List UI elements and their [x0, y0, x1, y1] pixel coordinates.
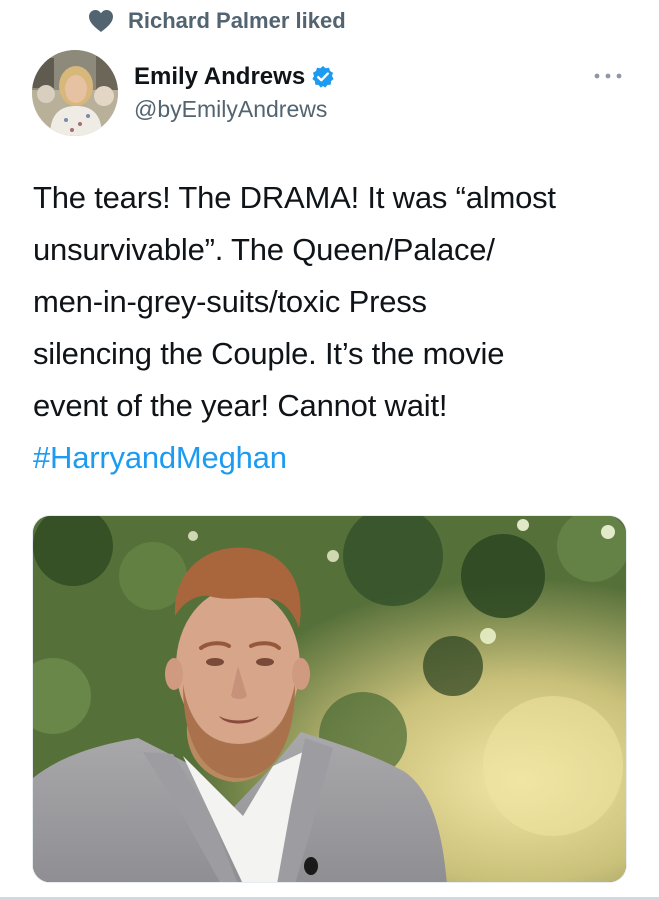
tweet-card[interactable]: Richard Palmer liked Emily Andrews @byEm… [0, 0, 659, 900]
heart-icon [88, 9, 114, 33]
display-name[interactable]: Emily Andrews [134, 63, 305, 91]
user-handle[interactable]: @byEmilyAndrews [134, 96, 335, 123]
more-options-button[interactable] [591, 64, 625, 88]
tweet-media-image[interactable] [32, 515, 627, 883]
more-dots-icon [594, 73, 622, 79]
name-row: Emily Andrews [134, 60, 335, 94]
tweet-text-line: silencing the Couple. It’s the movie [33, 336, 505, 371]
tweet-text-line: men-in-grey-suits/toxic Press [33, 284, 427, 319]
hashtag-link[interactable]: #HarryandMeghan [33, 432, 633, 484]
tweet-text-line: The tears! The DRAMA! It was “almost [33, 180, 556, 215]
tweet-text-line: event of the year! Cannot wait! [33, 388, 448, 423]
author-block: Emily Andrews @byEmilyAndrews [134, 60, 335, 123]
tweet-text: The tears! The DRAMA! It was “almost uns… [33, 172, 633, 484]
liked-by-text[interactable]: Richard Palmer liked [128, 8, 346, 34]
verified-badge-icon [311, 65, 335, 89]
tweet-text-line: unsurvivable”. The Queen/Palace/ [33, 232, 495, 267]
social-context: Richard Palmer liked [88, 6, 346, 36]
avatar[interactable] [32, 50, 118, 136]
